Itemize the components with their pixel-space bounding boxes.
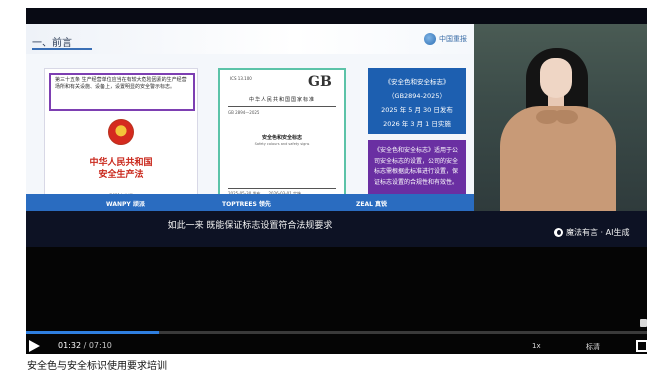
play-button[interactable] xyxy=(29,340,40,352)
playback-speed-button[interactable]: 1x xyxy=(532,342,541,350)
presentation-slide: 一、前言 中国重报 第三十五条 生产经营单位应当在有较大危险因素的生产经营场所和… xyxy=(26,24,474,211)
card-line-release: 2025 年 5 月 30 日发布 xyxy=(381,106,453,114)
progress-bar-fill xyxy=(26,331,159,334)
time-separator: / xyxy=(81,341,89,350)
gb-number: GB 2894—2025 xyxy=(228,110,260,115)
presenter-bow-left xyxy=(536,110,558,124)
gb-ics-code: ICS 13.100 xyxy=(230,76,252,81)
card-line-title: 《安全色和安全标志》 xyxy=(384,78,450,86)
law-excerpt-box: 第三十五条 生产经营单位应当在有较大危险因素的生产经营场所和有关设施、设备上，设… xyxy=(49,73,195,111)
card-line-effective: 2026 年 3 月 1 日实施 xyxy=(383,120,451,128)
subtitle-band: 如此一来 既能保证标志设置符合法规要求 魔法有言 · AI生成 xyxy=(26,211,647,247)
slide-header: 一、前言 中国重报 xyxy=(26,24,474,54)
company-logo-icon xyxy=(424,33,436,45)
brand-toptrees: TOPTREES 领先 xyxy=(222,201,271,208)
gb-standard-panel: ICS 13.100 GB 中华人民共和国国家标准 GB 2894—2025 安… xyxy=(218,68,346,206)
title-underline xyxy=(32,48,92,50)
time-display: 01:32 / 07:10 xyxy=(58,341,112,350)
subtitle-caption: 如此一来 既能保证标志设置符合法规要求 xyxy=(167,221,333,231)
national-emblem-icon xyxy=(108,119,134,145)
gb-header: 中华人民共和国国家标准 xyxy=(248,97,315,103)
video-top-band xyxy=(26,8,647,24)
virtual-presenter xyxy=(474,24,647,211)
quality-button[interactable]: 标清 xyxy=(586,342,600,352)
slide-section-title: 一、前言 xyxy=(32,38,72,49)
ai-watermark: 魔法有言 · AI生成 xyxy=(554,227,629,238)
gb-divider xyxy=(228,106,336,107)
brand-zeal: ZEAL 真锐 xyxy=(356,201,388,208)
ai-logo-icon xyxy=(554,228,563,237)
duration: 07:10 xyxy=(88,341,112,350)
gb-logo: GB xyxy=(308,74,332,90)
side-panel-handle-icon[interactable] xyxy=(640,319,647,327)
law-title: 中华人民共和国 安全生产法 xyxy=(45,157,197,181)
fullscreen-icon[interactable] xyxy=(636,340,647,352)
progress-bar[interactable] xyxy=(26,331,647,334)
presenter-bow-right xyxy=(556,110,578,124)
company-logo-text: 中国重报 xyxy=(439,35,467,43)
gb-standard-name-en: Safety colours and safety signs xyxy=(254,142,310,146)
player-controls: 01:32 / 07:10 1x 标清 xyxy=(26,247,647,354)
gb-standard-name: 安全色和安全标志 xyxy=(261,135,302,141)
law-document-panel: 第三十五条 生产经营单位应当在有较大危险因素的生产经营场所和有关设施、设备上，设… xyxy=(44,68,198,206)
video-title: 安全色与安全标识使用要求培训 xyxy=(27,361,167,372)
card-line-code: （GB2894-2025） xyxy=(388,92,446,100)
gb-footer-divider xyxy=(228,188,336,189)
law-title-line2: 安全生产法 xyxy=(98,170,144,180)
presenter-face xyxy=(540,58,572,98)
slide-brand-bar: WANPY 顽派 TOPTREES 领先 ZEAL 真锐 xyxy=(26,194,474,211)
applicability-text: 《安全色和安全标志》适用于公司安全标志的设置，公司的安全标志需根据此标准进行设置… xyxy=(374,147,459,186)
law-excerpt-text: 第三十五条 生产经营单位应当在有较大危险因素的生产经营场所和有关设施、设备上，设… xyxy=(55,77,187,90)
standard-info-card: 《安全色和安全标志》 （GB2894-2025） 2025 年 5 月 30 日… xyxy=(368,68,466,134)
law-title-line1: 中华人民共和国 xyxy=(89,158,153,168)
current-time: 01:32 xyxy=(58,341,82,350)
brand-wanpy: WANPY 顽派 xyxy=(106,201,145,208)
ai-watermark-text: 魔法有言 · AI生成 xyxy=(566,228,630,237)
video-player[interactable]: 一、前言 中国重报 第三十五条 生产经营单位应当在有较大危险因素的生产经营场所和… xyxy=(26,8,647,354)
